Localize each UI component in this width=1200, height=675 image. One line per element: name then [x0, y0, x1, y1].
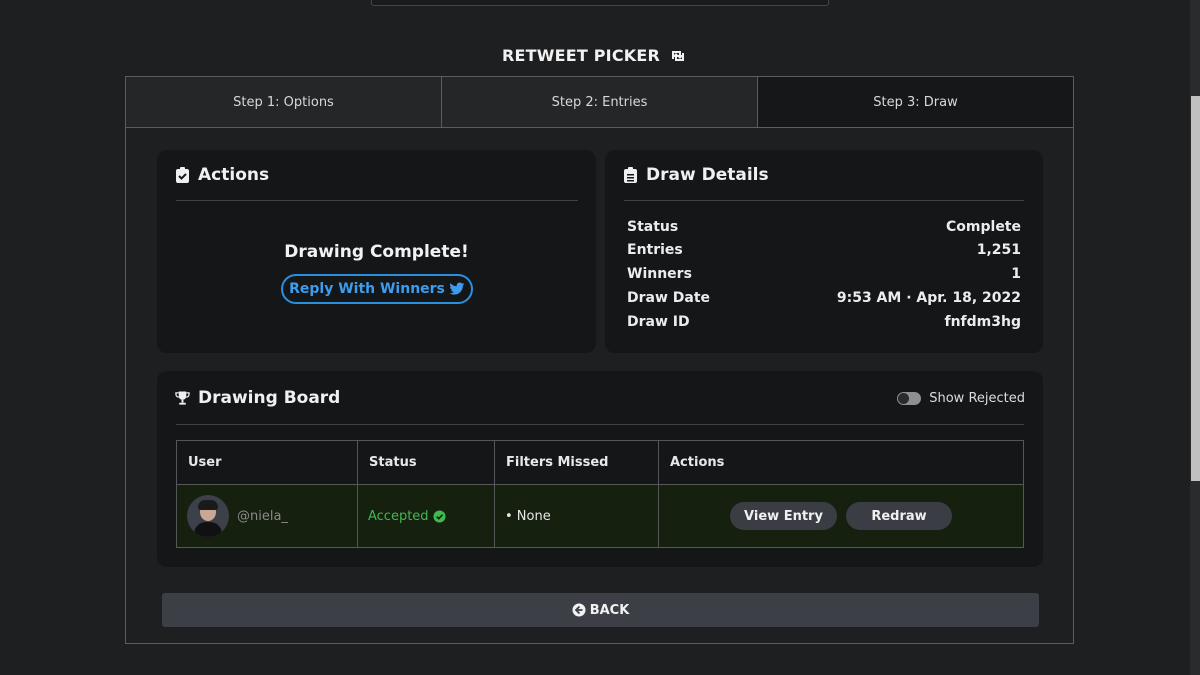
- reply-button-label: Reply With Winners: [289, 281, 445, 297]
- scrollbar-thumb[interactable]: [1191, 96, 1200, 481]
- username[interactable]: @niela_: [237, 509, 288, 524]
- actions-header: Actions: [175, 165, 269, 185]
- divider: [176, 424, 1024, 425]
- detail-row-winners: Winners 1: [627, 266, 1021, 282]
- avatar[interactable]: [187, 495, 229, 537]
- detail-row-entries: Entries 1,251: [627, 242, 1021, 258]
- detail-row-draw-id: Draw ID fnfdm3hg: [627, 314, 1021, 330]
- picker-panel: Step 1: Options Step 2: Entries Step 3: …: [125, 76, 1074, 644]
- table-row: @niela_ Accepted • None View Entry Redra…: [176, 484, 1024, 548]
- divider: [176, 200, 578, 201]
- actions-cell: View Entry Redraw: [658, 484, 1024, 548]
- detail-value: 1,251: [976, 242, 1021, 258]
- detail-value: 1: [1011, 266, 1021, 282]
- tab-options[interactable]: Step 1: Options: [126, 77, 442, 127]
- view-entry-button[interactable]: View Entry: [730, 502, 837, 530]
- drawing-board-table: User Status Filters Missed Actions @niel…: [176, 440, 1024, 548]
- board-header: Drawing Board: [175, 388, 340, 408]
- detail-row-status: Status Complete: [627, 219, 1021, 235]
- column-header-actions: Actions: [658, 440, 1024, 485]
- detail-label: Entries: [627, 242, 683, 258]
- user-cell: @niela_: [176, 484, 358, 548]
- status-text: Accepted: [368, 508, 429, 524]
- column-header-user: User: [176, 440, 358, 485]
- detail-label: Status: [627, 219, 679, 235]
- page-title-text: RETWEET PICKER: [501, 46, 661, 65]
- detail-value: Complete: [946, 219, 1021, 235]
- show-rejected-toggle-wrap: Show Rejected: [897, 391, 1025, 406]
- back-button-label: BACK: [589, 602, 630, 618]
- step-tabs: Step 1: Options Step 2: Entries Step 3: …: [126, 77, 1073, 128]
- trophy-icon: [175, 391, 190, 405]
- actions-card: Actions Drawing Complete! Reply With Win…: [157, 150, 596, 353]
- column-header-filters: Filters Missed: [494, 440, 659, 485]
- detail-label: Draw Date: [627, 290, 711, 306]
- board-title: Drawing Board: [198, 388, 341, 408]
- divider: [624, 200, 1024, 201]
- reply-with-winners-button[interactable]: Reply With Winners: [281, 274, 473, 304]
- tab-entries[interactable]: Step 2: Entries: [442, 77, 758, 127]
- redraw-button[interactable]: Redraw: [846, 502, 952, 530]
- twitter-icon: [449, 282, 465, 295]
- details-title: Draw Details: [646, 165, 769, 185]
- back-button[interactable]: BACK: [162, 593, 1039, 627]
- detail-label: Draw ID: [627, 314, 690, 330]
- draw-details-card: Draw Details Status Complete Entries 1,2…: [605, 150, 1043, 353]
- show-rejected-toggle[interactable]: [897, 392, 922, 405]
- filters-cell: • None: [494, 484, 659, 548]
- check-circle-icon: [433, 509, 446, 523]
- detail-label: Winners: [627, 266, 692, 282]
- arrow-circle-left-icon: [572, 603, 586, 617]
- detail-row-draw-date: Draw Date 9:53 AM · Apr. 18, 2022: [627, 290, 1021, 306]
- drawing-board-card: Drawing Board Show Rejected User Status …: [157, 371, 1043, 567]
- toggle-label: Show Rejected: [929, 391, 1025, 406]
- table-header-row: User Status Filters Missed Actions: [176, 440, 1024, 485]
- tab-draw[interactable]: Step 3: Draw: [758, 77, 1073, 127]
- details-header: Draw Details: [623, 165, 769, 185]
- actions-title: Actions: [198, 165, 270, 185]
- status-badge: Accepted: [368, 509, 484, 524]
- status-cell: Accepted: [357, 484, 495, 548]
- clipboard-list-icon: [624, 167, 637, 183]
- retweet-icon: [672, 50, 685, 61]
- drawing-complete-message: Drawing Complete!: [284, 242, 469, 262]
- column-header-status: Status: [357, 440, 495, 485]
- detail-value: fnfdm3hg: [944, 314, 1022, 330]
- detail-value: 9:53 AM · Apr. 18, 2022: [836, 290, 1021, 306]
- page-title: RETWEET PICKER: [0, 46, 1190, 65]
- search-input[interactable]: [371, 0, 829, 6]
- clipboard-check-icon: [176, 167, 189, 183]
